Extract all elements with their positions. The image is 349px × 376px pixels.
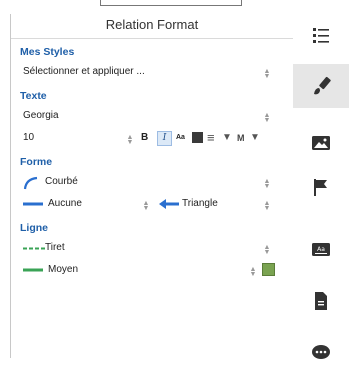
style-select-spinner-icon[interactable]: ▲ ▼ [263, 68, 271, 80]
sidebar-item-comment[interactable] [293, 332, 349, 376]
font-select-spinner-icon[interactable]: ▲ ▼ [263, 112, 271, 124]
text-toolbar-row: 10 ▲ ▼ B I Aa ≡ ▼ M ▼ [11, 127, 293, 149]
sidebar-item-text-label[interactable]: Aa [293, 228, 349, 272]
triangle-arrow-icon [159, 199, 179, 209]
text-position-button[interactable]: M [237, 127, 245, 149]
end-arrow-value[interactable]: Triangle [182, 193, 218, 215]
style-select-value: Sélectionner et appliquer ... [23, 66, 145, 77]
sidebar-item-flag[interactable] [293, 166, 349, 210]
position-dropdown-chevron-icon[interactable]: ▼ [250, 127, 260, 149]
start-arrow-spinner-icon[interactable]: ▲ ▼ [142, 200, 150, 212]
paint-brush-icon [314, 76, 331, 95]
line-width-spinner-icon[interactable]: ▲ ▼ [249, 266, 257, 278]
line-color-swatch[interactable] [262, 263, 275, 276]
font-size-spinner-icon[interactable]: ▲ ▼ [126, 134, 134, 146]
right-sidebar: Aa [293, 14, 349, 359]
section-title-shape: Forme [20, 156, 53, 168]
sidebar-item-document[interactable] [293, 280, 349, 324]
svg-text:Aa: Aa [317, 246, 325, 253]
dashed-line-icon [23, 247, 45, 250]
relation-format-panel: Relation Format Mes Styles Sélectionner … [10, 14, 294, 358]
line-style-value: Tiret [45, 242, 65, 253]
italic-button[interactable]: I [157, 131, 172, 146]
line-style-spinner-icon[interactable]: ▲ ▼ [263, 244, 271, 256]
document-icon [315, 292, 327, 310]
align-dropdown-chevron-icon[interactable]: ▼ [222, 127, 232, 149]
section-title-styles: Mes Styles [20, 46, 75, 58]
curve-select-value: Courbé [45, 176, 78, 187]
curve-line-icon [23, 176, 38, 190]
curve-select-spinner-icon[interactable]: ▲ ▼ [263, 178, 271, 190]
end-arrow-spinner-icon[interactable]: ▲ ▼ [263, 200, 271, 212]
top-tab [100, 0, 242, 6]
sidebar-item-image[interactable] [293, 122, 349, 166]
start-arrow-value[interactable]: Aucune [48, 193, 82, 215]
font-select[interactable]: Georgia ▲ ▼ [11, 105, 293, 127]
top-bar [0, 0, 349, 14]
panel-title: Relation Format [11, 14, 293, 39]
image-icon [312, 136, 330, 150]
case-button[interactable]: Aa [176, 127, 185, 149]
bold-button[interactable]: B [141, 127, 148, 149]
align-icon[interactable]: ≡ [207, 127, 215, 149]
font-size-value[interactable]: 10 [23, 127, 34, 149]
text-color-swatch[interactable] [192, 132, 203, 143]
line-width-value: Moyen [48, 264, 79, 275]
section-title-text: Texte [20, 90, 47, 102]
line-width-select[interactable]: Moyen ▲ ▼ [11, 259, 293, 281]
flag-icon [314, 179, 327, 196]
line-style-select[interactable]: Tiret ▲ ▼ [11, 237, 293, 259]
list-format-icon [313, 28, 329, 43]
font-select-value: Georgia [23, 110, 59, 121]
sidebar-item-style[interactable] [293, 64, 349, 108]
text-label-icon: Aa [312, 243, 330, 256]
solid-line-icon [23, 268, 43, 272]
line-start-icon [23, 202, 43, 206]
sidebar-item-list-format[interactable] [293, 14, 349, 58]
comment-icon [312, 345, 330, 359]
section-title-line: Ligne [20, 222, 48, 234]
style-select[interactable]: Sélectionner et appliquer ... ▲ ▼ [11, 61, 293, 83]
curve-select[interactable]: Courbé ▲ ▼ [11, 171, 293, 193]
arrow-row: Aucune ▲ ▼ Triangle ▲ ▼ [11, 193, 293, 215]
